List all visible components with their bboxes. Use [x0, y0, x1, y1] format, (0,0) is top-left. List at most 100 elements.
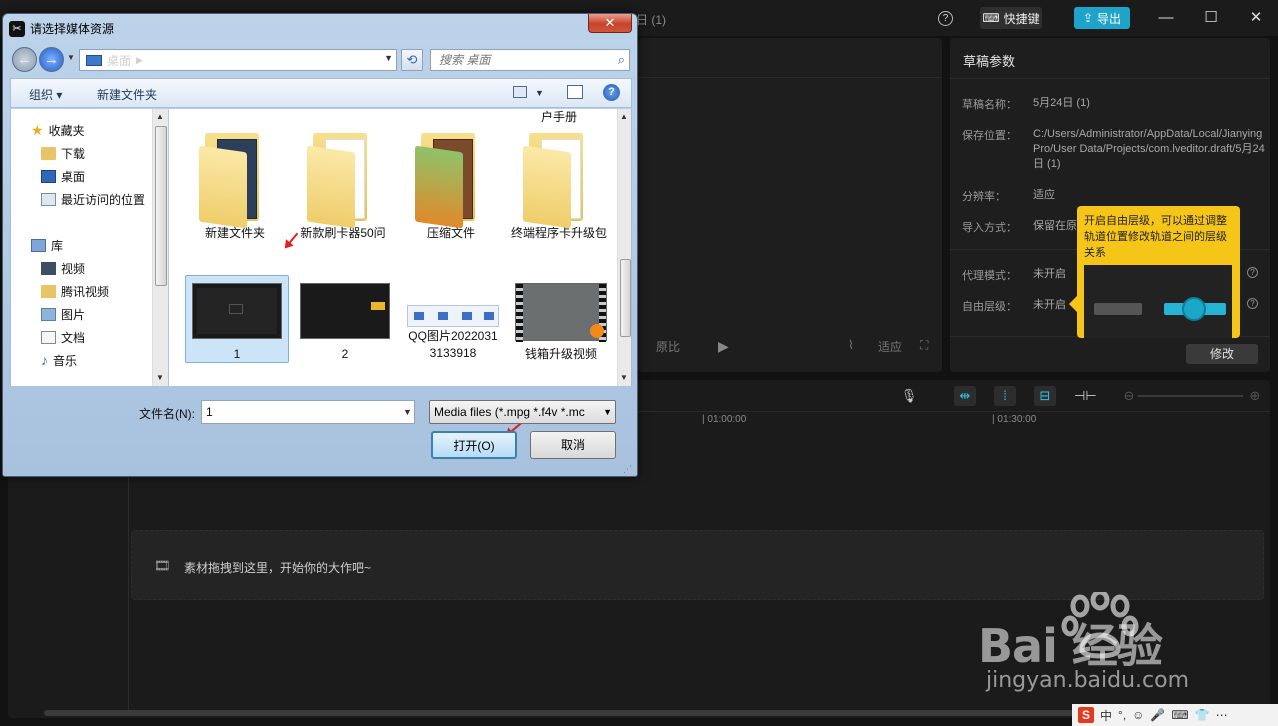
more-icon[interactable]: ⋯ [1216, 708, 1228, 722]
draft-name-value: 5月24日 (1) [1033, 97, 1090, 109]
preview-pane-icon[interactable] [567, 85, 583, 99]
scroll-up-icon[interactable]: ▲ [620, 112, 628, 121]
resize-grip-icon[interactable]: ⋰ [623, 464, 632, 475]
file-tile[interactable]: 钱箱升级视频 [509, 283, 613, 363]
nav-favorites[interactable]: ★ 收藏夹 [31, 121, 85, 139]
nav-item-recent[interactable]: 最近访问的位置 [41, 190, 145, 208]
address-bar[interactable]: 桌面 ▶ ▼ [79, 49, 397, 71]
recent-locations-icon[interactable]: ▼ [67, 53, 75, 62]
skin-icon[interactable]: 👕 [1195, 708, 1210, 722]
star-icon: ★ [31, 121, 44, 138]
search-input[interactable] [431, 50, 601, 70]
scroll-thumb[interactable] [620, 259, 631, 337]
keyboard-icon: ⌨ [982, 11, 1000, 25]
keyboard-icon[interactable]: ⌨ [1171, 708, 1188, 722]
chevron-down-icon[interactable]: ▼ [403, 407, 412, 417]
file-tile[interactable]: 压缩文件 [399, 129, 503, 242]
snap-icon[interactable]: ⇹ [954, 386, 976, 406]
nav-item-desktop[interactable]: 桌面 [41, 167, 85, 185]
microphone-icon[interactable]: 🎙 [898, 386, 920, 406]
nav-item-label: 下载 [61, 146, 86, 161]
chevron-down-icon[interactable]: ▼ [384, 53, 393, 63]
cancel-button[interactable]: 取消 [530, 431, 616, 459]
scroll-down-icon[interactable]: ▼ [620, 373, 628, 382]
minimize-button[interactable]: — [1156, 8, 1176, 28]
scroll-down-icon[interactable]: ▼ [156, 373, 164, 382]
folder-icon [523, 129, 595, 229]
draft-params-title: 草稿参数 [963, 54, 1016, 69]
ratio-control[interactable]: 原比 [656, 338, 680, 355]
back-arrow-icon[interactable]: ← [12, 47, 37, 72]
dialog-title: 请选择媒体资源 [30, 22, 115, 36]
export-button[interactable]: ⇪ 导出 [1074, 7, 1130, 29]
file-tile[interactable]: 新建文件夹 [183, 129, 287, 242]
play-icon[interactable]: ▶ [718, 338, 729, 355]
search-field[interactable]: ⌕ [430, 49, 630, 71]
forward-arrow-icon[interactable]: → [39, 47, 64, 72]
refresh-icon[interactable]: ⟲ [401, 49, 423, 71]
nav-item-videos[interactable]: 视频 [41, 259, 85, 277]
nav-item-pictures[interactable]: 图片 [41, 305, 85, 323]
nav-libraries[interactable]: 库 [31, 236, 63, 254]
link-icon[interactable]: ⁞ [994, 386, 1016, 406]
capcut-app-icon: ✂ [9, 20, 25, 37]
punctuation-icon[interactable]: °, [1118, 708, 1126, 722]
video-thumbnail [300, 283, 390, 339]
nav-item-documents[interactable]: 文档 [41, 328, 85, 346]
nav-favorites-label: 收藏夹 [48, 123, 85, 138]
emoji-icon[interactable]: ☺ [1132, 708, 1144, 722]
nav-item-label: 音乐 [53, 353, 78, 368]
file-tile-selected[interactable]: 1 [185, 283, 289, 363]
nav-scrollbar[interactable]: ▲ ▼ [152, 109, 168, 386]
help-icon[interactable]: ? [603, 84, 620, 101]
filetype-select[interactable]: Media files (*.mpg *.f4v *.mc ▼ [429, 400, 616, 424]
file-tile[interactable]: QQ图片20220313133918 [401, 305, 505, 362]
picture-library-icon [41, 307, 56, 321]
fullscreen-icon[interactable]: ⛶ [920, 338, 928, 353]
nav-item-label: 桌面 [61, 169, 86, 184]
voice-icon[interactable]: 🎤 [1150, 708, 1165, 722]
chevron-down-icon[interactable]: ▼ [535, 88, 544, 98]
file-list: 户手册 新建文件夹 新款刷卡器50问 压缩文件 终端程序卡升级包 1 2 QQ图… [169, 109, 632, 386]
organize-menu[interactable]: 组织 ▾ [29, 86, 62, 103]
nav-item-music[interactable]: ♪ 音乐 [41, 351, 77, 369]
fit-control[interactable]: 适应 [878, 338, 902, 355]
file-tile[interactable]: 终端程序卡升级包 [507, 129, 611, 242]
view-mode-icon[interactable] [513, 86, 527, 98]
search-icon[interactable]: ⌕ [618, 52, 625, 68]
help-icon[interactable]: ? [938, 11, 953, 26]
maximize-button[interactable]: ☐ [1201, 8, 1221, 28]
ime-mode-icon[interactable]: 中 [1100, 707, 1112, 724]
nav-item-downloads[interactable]: 下载 [41, 144, 85, 162]
video-thumbnail [515, 283, 607, 342]
file-tile[interactable]: 新款刷卡器50问 [291, 129, 395, 242]
timeline-scrollbar[interactable] [44, 710, 1204, 716]
media-drop-zone[interactable]: 🎞 素材拖拽到这里，开始你的大作吧~ [131, 530, 1264, 600]
scroll-up-icon[interactable]: ▲ [156, 112, 164, 121]
sogou-ime-icon[interactable]: S [1078, 707, 1094, 723]
desktop-icon [86, 54, 102, 66]
waveform-icon[interactable]: ⌇ [848, 338, 854, 352]
proxy-help-icon[interactable]: ? [1247, 267, 1258, 278]
zoom-out-icon[interactable]: ⊖ [1118, 386, 1140, 406]
zoom-in-icon[interactable]: ⊕ [1244, 386, 1266, 406]
shortcut-button[interactable]: ⌨ 快捷键 [980, 7, 1042, 29]
edit-button[interactable]: 修改 [1186, 344, 1258, 364]
address-crumb[interactable]: 桌面 [107, 52, 131, 69]
dialog-close-button[interactable]: ✕ [588, 14, 632, 33]
free-layer-help-icon[interactable]: ? [1247, 298, 1258, 309]
scroll-thumb[interactable] [155, 126, 167, 286]
file-list-scrollbar[interactable]: ▲ ▼ [617, 109, 631, 386]
open-button[interactable]: 打开(O) [431, 431, 517, 459]
close-window-button[interactable]: ✕ [1246, 8, 1266, 28]
filename-input[interactable] [201, 400, 415, 424]
nav-item-tencent-video[interactable]: 腾讯视频 [41, 282, 109, 300]
file-tile[interactable]: 2 [293, 283, 397, 363]
chevron-right-icon[interactable]: ▶ [136, 55, 143, 66]
split-icon[interactable]: ⊣⊢ [1074, 386, 1097, 406]
new-folder-button[interactable]: 新建文件夹 [97, 86, 157, 103]
preview-axis-icon[interactable]: ⊟ [1034, 386, 1056, 406]
zoom-slider[interactable] [1138, 395, 1243, 397]
preview-header [638, 38, 942, 78]
chevron-down-icon: ▼ [603, 407, 612, 417]
